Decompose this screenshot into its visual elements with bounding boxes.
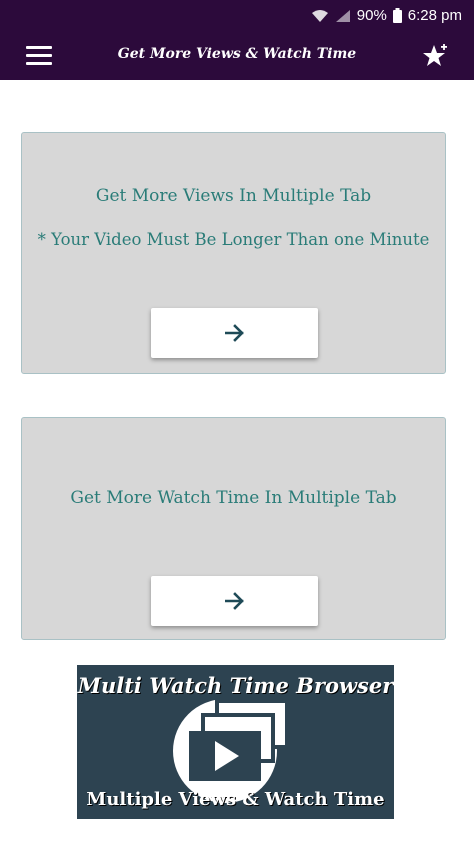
watch-time-card: Get More Watch Time In Multiple Tab xyxy=(21,417,446,640)
promo-banner[interactable]: Multi Watch Time Browser Multiple Views … xyxy=(77,665,394,819)
wifi-icon xyxy=(311,9,328,22)
signal-icon xyxy=(335,9,350,22)
views-card-title: Get More Views In Multiple Tab xyxy=(95,186,372,206)
watch-time-start-button[interactable] xyxy=(151,576,318,626)
banner-subtitle: Multiple Views & Watch Time xyxy=(86,789,385,810)
arrow-right-icon xyxy=(224,324,244,342)
views-card: Get More Views In Multiple Tab * Your Vi… xyxy=(21,132,446,374)
watch-time-card-title: Get More Watch Time In Multiple Tab xyxy=(70,488,397,508)
banner-title: Multi Watch Time Browser xyxy=(77,673,394,698)
arrow-right-icon xyxy=(224,592,244,610)
views-start-button[interactable] xyxy=(151,308,318,358)
app-bar: Get More Views & Watch Time xyxy=(0,32,474,80)
battery-icon xyxy=(392,8,402,23)
battery-percent: 90% xyxy=(356,7,387,24)
status-icons: 90% 6:28 pm xyxy=(311,7,462,24)
status-time: 6:28 pm xyxy=(407,7,462,24)
status-bar: 90% 6:28 pm xyxy=(0,0,474,32)
views-card-note: * Your Video Must Be Longer Than one Min… xyxy=(37,230,430,249)
app-title: Get More Views & Watch Time xyxy=(117,46,357,62)
star-plus-icon[interactable] xyxy=(422,44,448,68)
